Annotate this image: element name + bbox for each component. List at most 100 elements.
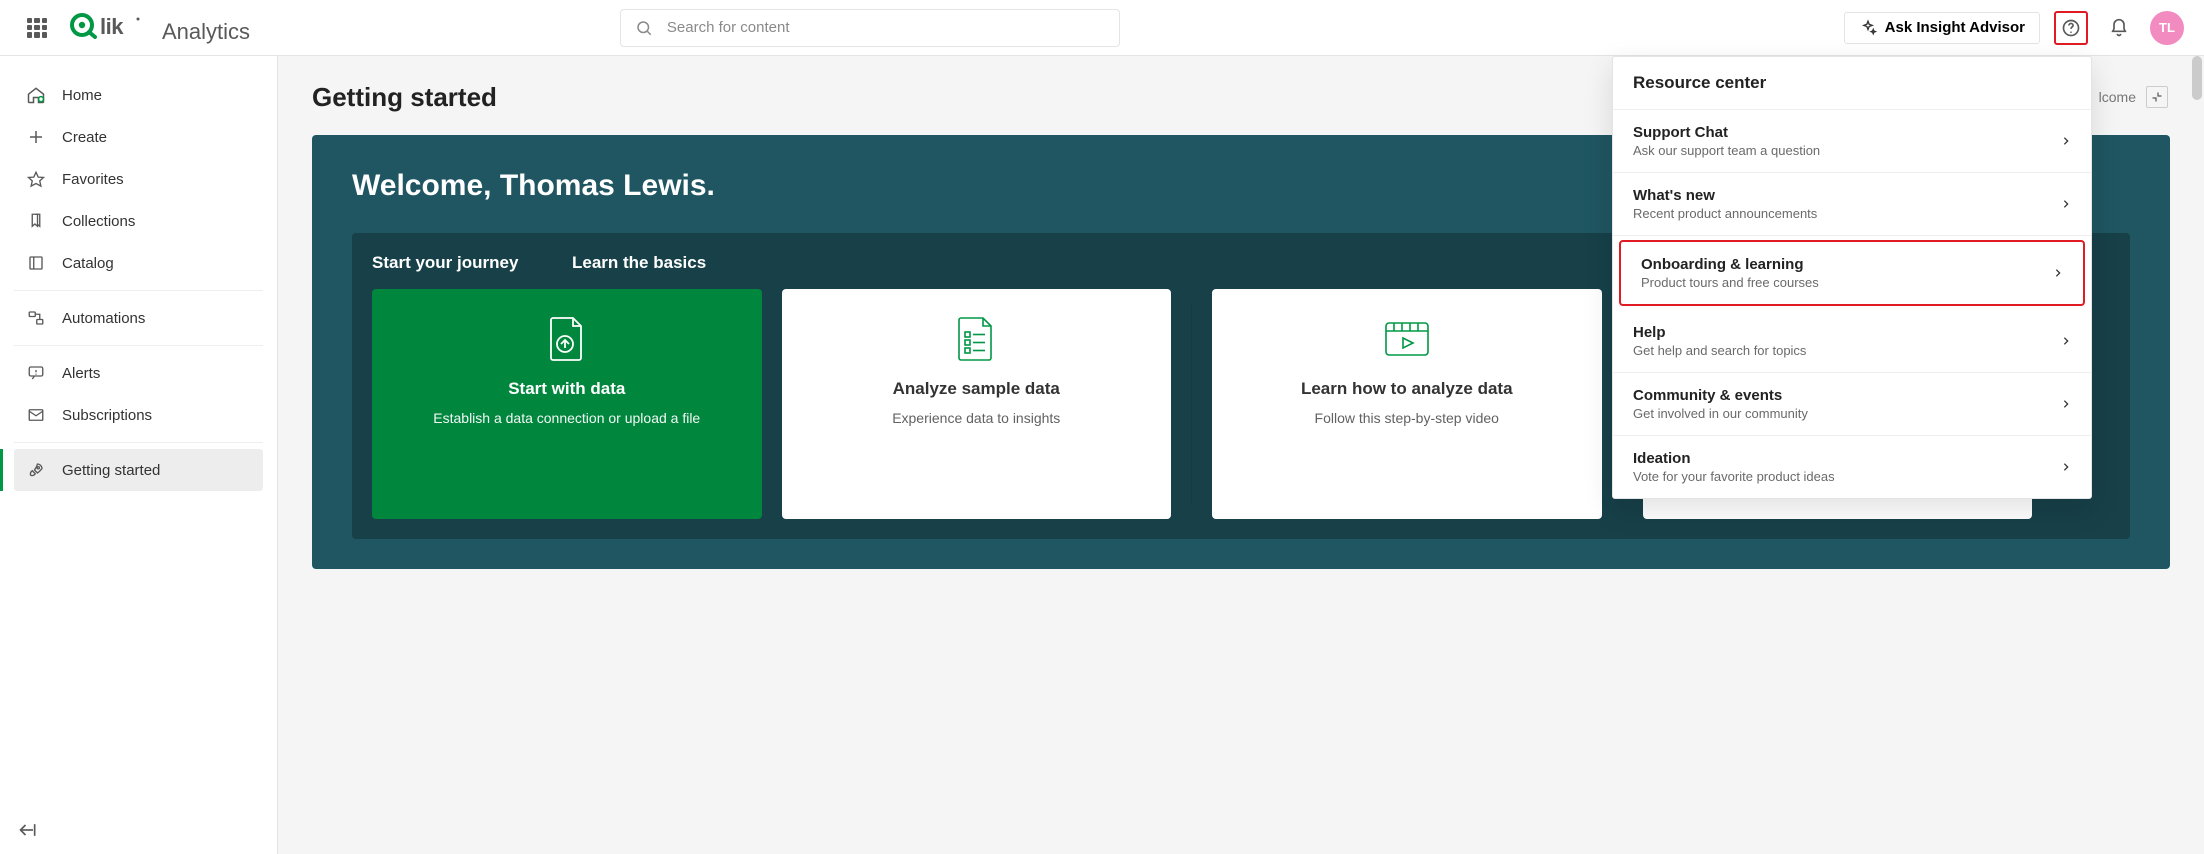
chat-alert-icon [26,363,46,383]
sidebar-item-getting-started[interactable]: Getting started [14,449,263,491]
home-icon [26,85,46,105]
waffle-menu[interactable] [20,11,54,45]
file-upload-icon [545,313,589,365]
rc-item-community-events[interactable]: Community & events Get involved in our c… [1613,373,2091,436]
rc-item-title: Community & events [1633,387,1808,404]
mail-icon [26,405,46,425]
minimize-icon[interactable] [2146,86,2168,108]
rc-item-help[interactable]: Help Get help and search for topics [1613,310,2091,373]
rc-item-title: Support Chat [1633,124,1820,141]
sidebar-item-collections[interactable]: Collections [14,200,263,242]
rc-item-title: Onboarding & learning [1641,256,1819,273]
rc-item-onboarding-learning[interactable]: Onboarding & learning Product tours and … [1619,240,2085,306]
plus-icon [26,127,46,147]
rc-item-sub: Ask our support team a question [1633,143,1820,158]
card-sub: Establish a data connection or upload a … [433,409,700,428]
rc-item-sub: Vote for your favorite product ideas [1633,469,1835,484]
notifications-button[interactable] [2102,11,2136,45]
sidebar-item-alerts[interactable]: Alerts [14,352,263,394]
sidebar-item-home[interactable]: Home [14,74,263,116]
sidebar-item-automations[interactable]: Automations [14,297,263,339]
sidebar-divider [14,442,263,443]
sparkle-icon [1859,19,1877,37]
bookmarks-icon [26,211,46,231]
card-start-with-data[interactable]: Start with data Establish a data connect… [372,289,762,519]
ask-label: Ask Insight Advisor [1885,19,2025,36]
chevron-right-icon [2061,460,2071,474]
chevron-right-icon [2061,197,2071,211]
sidebar: Home Create Favorites Collections Catalo [0,56,278,854]
sidebar-item-label: Home [62,87,102,104]
chevron-right-icon [2053,266,2063,280]
logo-area: lik Analytics [70,11,250,45]
help-icon [2061,18,2081,38]
sidebar-item-catalog[interactable]: Catalog [14,242,263,284]
card-analyze-sample[interactable]: Analyze sample data Experience data to i… [782,289,1172,519]
top-right-hint: lcome [2099,86,2168,108]
journey-col-1: Start your journey [372,253,532,273]
card-learn-analyze[interactable]: Learn how to analyze data Follow this st… [1212,289,1602,519]
rocket-icon [26,460,46,480]
rc-item-whats-new[interactable]: What's new Recent product announcements [1613,173,2091,236]
card-separator [1191,305,1192,503]
scrollbar-thumb[interactable] [2192,56,2202,100]
search-input[interactable] [665,18,1105,37]
rc-item-sub: Get help and search for topics [1633,343,1806,358]
search-box[interactable] [620,9,1120,47]
star-icon [26,169,46,189]
rc-item-ideation[interactable]: Ideation Vote for your favorite product … [1613,436,2091,498]
sidebar-item-label: Getting started [62,462,160,479]
sidebar-item-label: Alerts [62,365,100,382]
catalog-icon [26,253,46,273]
automations-icon [26,308,46,328]
sidebar-item-label: Favorites [62,171,124,188]
sidebar-divider [14,290,263,291]
search-icon [635,19,653,37]
chevron-right-icon [2061,134,2071,148]
rc-item-title: What's new [1633,187,1817,204]
sidebar-divider [14,345,263,346]
avatar[interactable]: TL [2150,11,2184,45]
topbar: lik Analytics Ask Insight Advisor [0,0,2204,56]
help-button[interactable] [2054,11,2088,45]
topbar-right: Ask Insight Advisor TL [1844,11,2184,45]
hint-text: lcome [2099,89,2136,105]
card-sub: Follow this step-by-step video [1315,409,1499,428]
scrollbar[interactable] [2192,56,2202,854]
collapse-sidebar-button[interactable] [18,820,38,840]
sidebar-item-label: Create [62,129,107,146]
product-name: Analytics [162,19,250,45]
card-title: Learn how to analyze data [1301,379,1513,399]
sidebar-item-label: Automations [62,310,145,327]
qlik-logo: lik [70,11,142,39]
resource-center-title: Resource center [1613,57,2091,110]
rc-item-sub: Get involved in our community [1633,406,1808,421]
sidebar-item-subscriptions[interactable]: Subscriptions [14,394,263,436]
waffle-icon [27,18,47,38]
chevron-right-icon [2061,397,2071,411]
sidebar-item-create[interactable]: Create [14,116,263,158]
resource-center-popover: Resource center Support Chat Ask our sup… [1612,56,2092,499]
ask-insight-advisor-button[interactable]: Ask Insight Advisor [1844,12,2040,44]
rc-item-sub: Recent product announcements [1633,206,1817,221]
search-wrap [620,9,1120,47]
rc-item-title: Help [1633,324,1806,341]
bell-icon [2109,18,2129,38]
collapse-icon [18,820,38,840]
rc-item-sub: Product tours and free courses [1641,275,1819,290]
sidebar-item-favorites[interactable]: Favorites [14,158,263,200]
qlik-logo-svg: lik [70,11,142,39]
avatar-initials: TL [2159,20,2175,35]
card-title: Start with data [508,379,625,399]
checklist-icon [953,313,999,365]
video-icon [1382,313,1432,365]
card-title: Analyze sample data [893,379,1060,399]
sidebar-item-label: Subscriptions [62,407,152,424]
sidebar-item-label: Catalog [62,255,114,272]
journey-col-2: Learn the basics [572,253,706,273]
card-sub: Experience data to insights [892,409,1060,428]
rc-item-support-chat[interactable]: Support Chat Ask our support team a ques… [1613,110,2091,173]
chevron-right-icon [2061,334,2071,348]
svg-text:lik: lik [100,14,124,39]
sidebar-item-label: Collections [62,213,135,230]
